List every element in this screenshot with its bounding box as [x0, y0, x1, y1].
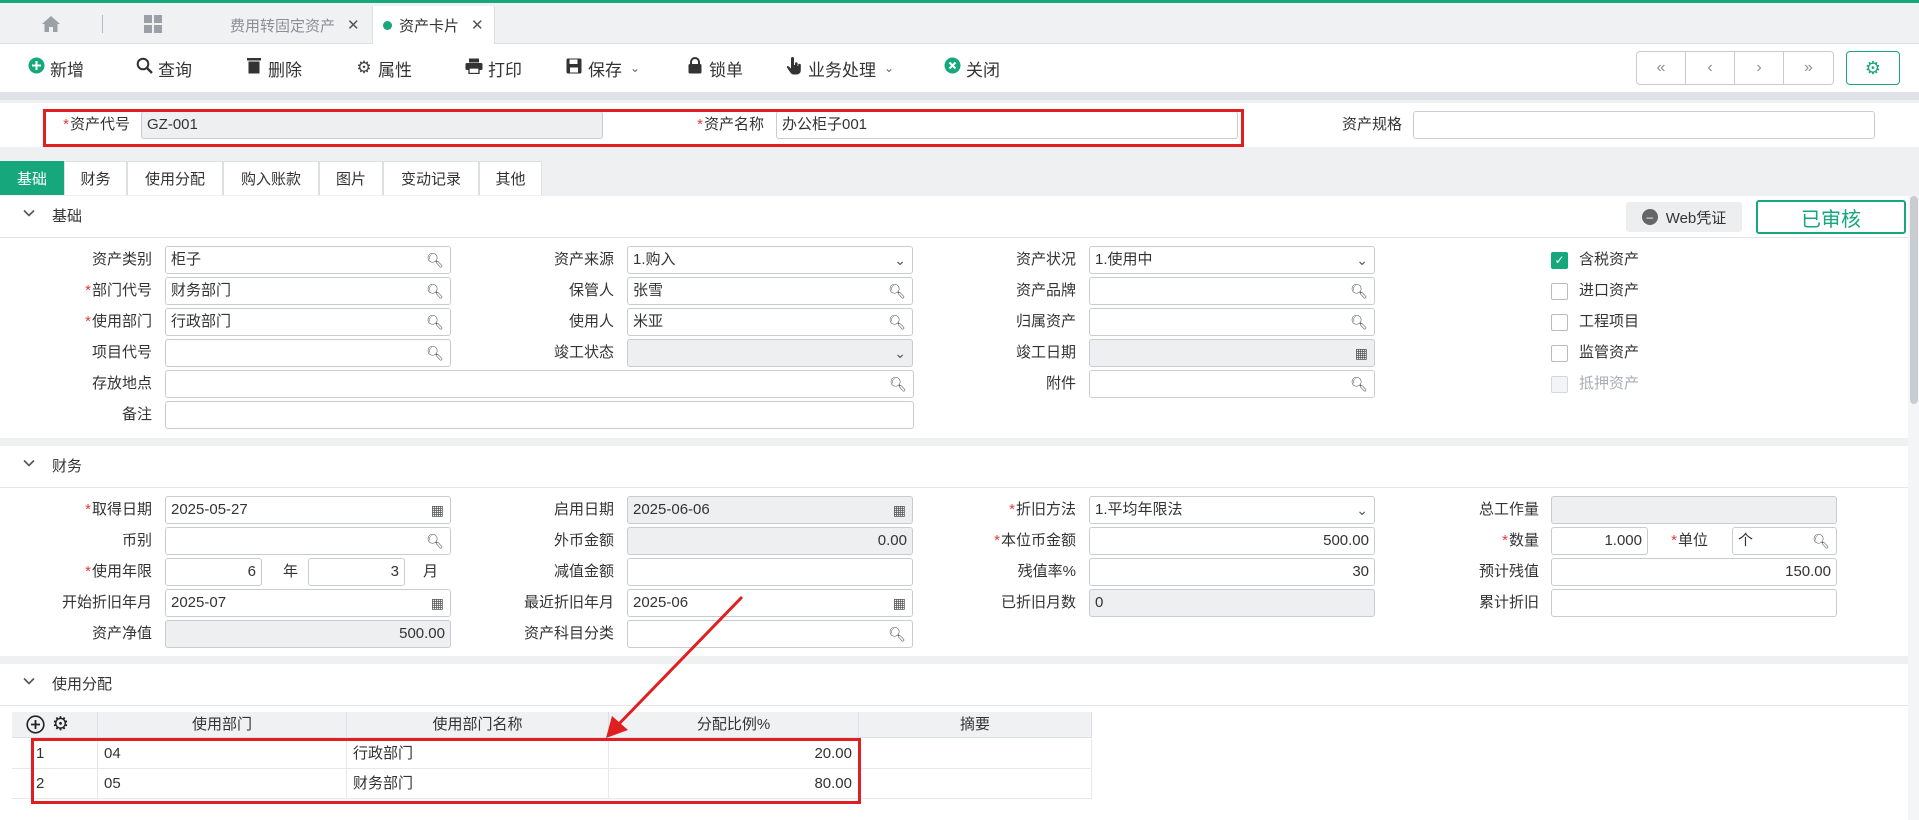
annotation-arrow [606, 595, 744, 738]
